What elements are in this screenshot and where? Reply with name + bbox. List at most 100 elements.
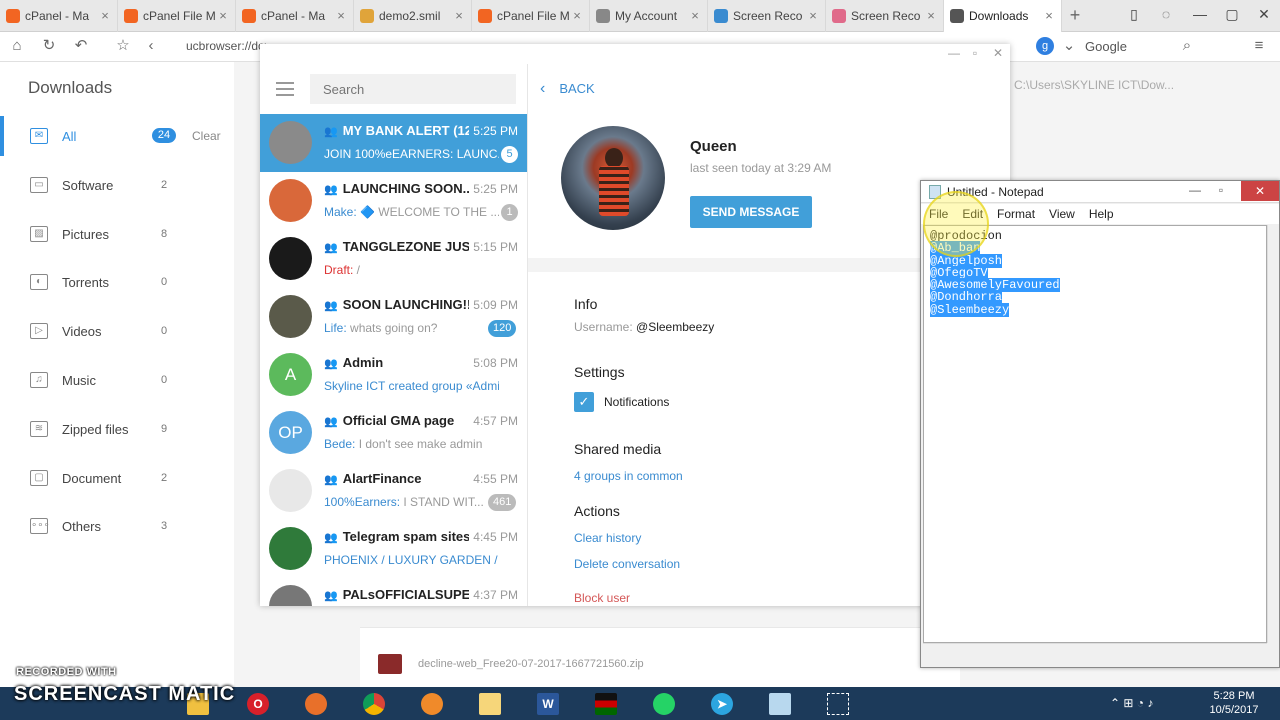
chat-list-item[interactable]: 👥 LAUNCHING SOON... 5:25 PM Make: 🔷 WELCOME… xyxy=(260,172,527,230)
back-button[interactable]: ‹ BACK xyxy=(540,80,595,98)
download-file-row[interactable]: decline-web_Free20-07-2017-1667721560.zi… xyxy=(360,627,960,687)
tab-close-icon[interactable]: × xyxy=(1043,8,1055,23)
sync-icon[interactable]: ◌ xyxy=(1156,6,1176,22)
chat-list-item[interactable]: 👥 PALsOFFICIALSUPE... 4:37 PM xyxy=(260,578,527,606)
chevron-down-icon[interactable]: ⌄ xyxy=(1060,37,1078,55)
send-message-button[interactable]: SEND MESSAGE xyxy=(690,196,812,228)
close-icon[interactable]: ✕ xyxy=(990,46,1006,60)
kenya-flag-icon[interactable] xyxy=(588,690,624,717)
vertical-scrollbar[interactable] xyxy=(1267,225,1279,643)
opera-icon[interactable]: O xyxy=(240,690,276,717)
minimize-icon[interactable]: — xyxy=(946,46,962,60)
tab-close-icon[interactable]: × xyxy=(807,8,819,23)
tab-close-icon[interactable]: × xyxy=(571,8,583,23)
home-icon[interactable]: ⌂ xyxy=(8,37,26,55)
browser-tab[interactable]: demo2.smil × xyxy=(354,0,472,32)
category-label: Pictures xyxy=(62,226,109,242)
google-icon[interactable]: g xyxy=(1036,37,1054,55)
maximize-icon[interactable]: ▫ xyxy=(967,46,983,60)
downloads-category-videos[interactable]: ▷ Videos 0 xyxy=(0,311,234,351)
chat-name-text: MY BANK ALERT (12... xyxy=(342,123,469,138)
tab-close-icon[interactable]: × xyxy=(99,8,111,23)
downloads-category-all[interactable]: ✉ All 24 Clear xyxy=(0,116,234,156)
browser-tab[interactable]: cPanel - Ma × xyxy=(236,0,354,32)
notepad-menu-format[interactable]: Format xyxy=(997,207,1035,221)
browser-tab[interactable]: cPanel File M × xyxy=(118,0,236,32)
menu-icon[interactable]: ≡ xyxy=(1250,37,1268,55)
notepad-taskbar-icon[interactable] xyxy=(762,690,798,717)
delete-conversation-link[interactable]: Delete conversation xyxy=(574,557,680,571)
downloads-category-software[interactable]: ▭ Software 2 xyxy=(0,165,234,205)
downloads-category-torrents[interactable]: ◐ Torrents 0 xyxy=(0,262,234,302)
downloads-category-document[interactable]: ▢ Document 2 xyxy=(0,458,234,498)
system-tray-icons[interactable]: ⌃ ⊞ ◔ ♪ xyxy=(1110,696,1153,710)
videos-icon: ▷ xyxy=(30,323,48,340)
close-icon[interactable]: ✕ xyxy=(1241,181,1279,201)
browser-tab[interactable]: Screen Reco × xyxy=(708,0,826,32)
tab-close-icon[interactable]: × xyxy=(217,8,229,23)
downloads-category-others[interactable]: ∘∘∘ Others 3 xyxy=(0,506,234,546)
chrome-icon[interactable] xyxy=(356,690,392,717)
notepad-text-area[interactable]: @prodocion @Ab_ban @Angelposh @OfegoTV @Awes… xyxy=(923,225,1267,643)
category-count: 2 xyxy=(160,178,168,191)
horizontal-scrollbar[interactable] xyxy=(923,643,1267,657)
groups-in-common-link[interactable]: 4 groups in common xyxy=(574,469,683,483)
downloads-category-music[interactable]: ♫ Music 0 xyxy=(0,360,234,400)
chat-list-item[interactable]: OP 👥 Official GMA page 4:57 PM Bede: I don't… xyxy=(260,404,527,462)
undo-icon[interactable]: ↶ xyxy=(72,37,90,55)
window-close-icon[interactable]: ✕ xyxy=(1254,6,1274,23)
whatsapp-icon[interactable] xyxy=(646,690,682,717)
browser-tab[interactable]: cPanel File M × xyxy=(472,0,590,32)
window-maximize-icon[interactable]: ▢ xyxy=(1222,6,1242,23)
hamburger-menu-icon[interactable] xyxy=(276,82,294,96)
block-user-link[interactable]: Block user xyxy=(574,591,630,605)
chat-time: 4:57 PM xyxy=(473,414,518,428)
search-engine-name[interactable]: Google xyxy=(1085,39,1127,54)
firefox-icon[interactable] xyxy=(298,690,334,717)
search-icon[interactable]: ⌕ xyxy=(1178,37,1196,55)
uc-browser-icon[interactable] xyxy=(414,690,450,717)
window-minimize-icon[interactable]: — xyxy=(1190,6,1210,22)
tab-close-icon[interactable]: × xyxy=(335,8,347,23)
back-arrow-icon[interactable]: ‹ xyxy=(142,37,160,55)
browser-tab[interactable]: cPanel - Ma × xyxy=(0,0,118,32)
chat-list-item[interactable]: A 👥 Admin 5:08 PM Skyline ICT created group … xyxy=(260,346,527,404)
clear-button[interactable]: Clear xyxy=(192,129,221,143)
chat-list-item[interactable]: 👥 MY BANK ALERT (12... 5:25 PM JOIN 100%eEA… xyxy=(260,114,527,172)
minimize-icon[interactable]: — xyxy=(1183,183,1207,197)
downloads-category-zipped-files[interactable]: ≋ Zipped files 9 xyxy=(0,409,234,449)
chat-preview-text: / xyxy=(353,263,361,277)
tab-close-icon[interactable]: × xyxy=(453,8,465,23)
download-path[interactable]: C:\Users\SKYLINE ICT\Dow... xyxy=(1014,78,1204,92)
word-icon[interactable]: W xyxy=(530,690,566,717)
downloads-category-pictures[interactable]: ▨ Pictures 8 xyxy=(0,214,234,254)
unread-badge: 461 xyxy=(488,494,517,511)
tab-close-icon[interactable]: × xyxy=(925,8,937,23)
profile-photo[interactable] xyxy=(561,126,665,230)
maximize-icon[interactable]: ▫ xyxy=(1209,183,1233,197)
sidebar-icon[interactable]: ▯ xyxy=(1124,6,1144,23)
clear-history-link[interactable]: Clear history xyxy=(574,531,641,545)
browser-tab[interactable]: Downloads × xyxy=(944,0,1062,32)
chat-name: 👥 LAUNCHING SOON... xyxy=(324,181,469,196)
notifications-checkbox[interactable]: ✓ xyxy=(574,392,594,412)
notepad-menu-view[interactable]: View xyxy=(1049,207,1075,221)
taskbar-clock[interactable]: 5:28 PM 10/5/2017 xyxy=(1200,689,1268,717)
notepad-menu-help[interactable]: Help xyxy=(1089,207,1114,221)
chat-list-item[interactable]: 👥 AlartFinance 4:55 PM 100%Earners: I STAND… xyxy=(260,462,527,520)
url-field[interactable]: ucbrowser://downloads xyxy=(186,39,266,53)
chat-list-item[interactable]: 👥 TANGGLEZONE JUS... 5:15 PM Draft: / xyxy=(260,230,527,288)
screen-capture-icon[interactable] xyxy=(820,690,856,717)
telegram-icon[interactable]: ➤ xyxy=(704,690,740,717)
folder-icon[interactable] xyxy=(472,690,508,717)
chat-avatar xyxy=(269,295,312,338)
chat-list-item[interactable]: 👥 Telegram spam sites 4:45 PM PHOENIX / LUX… xyxy=(260,520,527,578)
star-icon[interactable]: ☆ xyxy=(114,37,132,55)
browser-tab[interactable]: My Account × xyxy=(590,0,708,32)
new-tab-icon[interactable]: + xyxy=(1062,5,1088,26)
chat-search-input[interactable] xyxy=(310,74,516,104)
browser-tab[interactable]: Screen Reco × xyxy=(826,0,944,32)
chat-list-item[interactable]: 👥 SOON LAUNCHING!! 5:09 PM Life: whats goin… xyxy=(260,288,527,346)
reload-icon[interactable]: ↻ xyxy=(40,37,58,55)
tab-close-icon[interactable]: × xyxy=(689,8,701,23)
